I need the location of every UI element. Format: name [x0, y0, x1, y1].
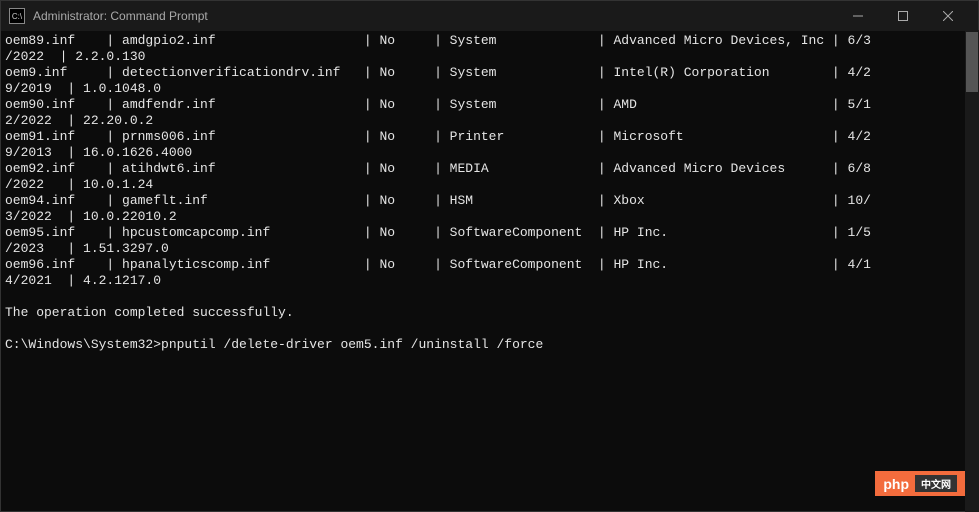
terminal-line: oem92.inf | atihdwt6.inf | No | MEDIA | … — [5, 161, 974, 177]
window-controls — [835, 1, 970, 31]
terminal-line: oem95.inf | hpcustomcapcomp.inf | No | S… — [5, 225, 974, 241]
minimize-button[interactable] — [835, 1, 880, 31]
window-title: Administrator: Command Prompt — [33, 9, 835, 23]
terminal-line: /2023 | 1.51.3297.0 — [5, 241, 974, 257]
terminal-line — [5, 321, 974, 337]
terminal-line: oem89.inf | amdgpio2.inf | No | System |… — [5, 33, 974, 49]
terminal-line: 9/2019 | 1.0.1048.0 — [5, 81, 974, 97]
terminal-line: C:\Windows\System32>pnputil /delete-driv… — [5, 337, 974, 353]
terminal-line: 2/2022 | 22.20.0.2 — [5, 113, 974, 129]
cmd-icon: C:\ — [9, 8, 25, 24]
terminal-line — [5, 289, 974, 305]
terminal-line: 3/2022 | 10.0.22010.2 — [5, 209, 974, 225]
terminal-line: oem90.inf | amdfendr.inf | No | System |… — [5, 97, 974, 113]
terminal-line: oem9.inf | detectionverificationdrv.inf … — [5, 65, 974, 81]
terminal-line: oem91.inf | prnms006.inf | No | Printer … — [5, 129, 974, 145]
maximize-button[interactable] — [880, 1, 925, 31]
terminal-line: oem96.inf | hpanalyticscomp.inf | No | S… — [5, 257, 974, 273]
titlebar[interactable]: C:\ Administrator: Command Prompt — [1, 1, 978, 31]
terminal-output[interactable]: oem89.inf | amdgpio2.inf | No | System |… — [1, 31, 978, 511]
scrollbar-track[interactable] — [965, 30, 979, 512]
command-prompt-window: C:\ Administrator: Command Prompt oem89.… — [0, 0, 979, 512]
terminal-line: /2022 | 2.2.0.130 — [5, 49, 974, 65]
terminal-line: oem94.inf | gameflt.inf | No | HSM | Xbo… — [5, 193, 974, 209]
close-button[interactable] — [925, 1, 970, 31]
scrollbar-thumb[interactable] — [966, 32, 978, 92]
watermark-secondary: 中文网 — [915, 475, 957, 492]
watermark-text: php — [883, 476, 909, 492]
terminal-line: /2022 | 10.0.1.24 — [5, 177, 974, 193]
terminal-line: 4/2021 | 4.2.1217.0 — [5, 273, 974, 289]
terminal-line: 9/2013 | 16.0.1626.4000 — [5, 145, 974, 161]
watermark-badge: php 中文网 — [875, 471, 965, 496]
terminal-line: The operation completed successfully. — [5, 305, 974, 321]
